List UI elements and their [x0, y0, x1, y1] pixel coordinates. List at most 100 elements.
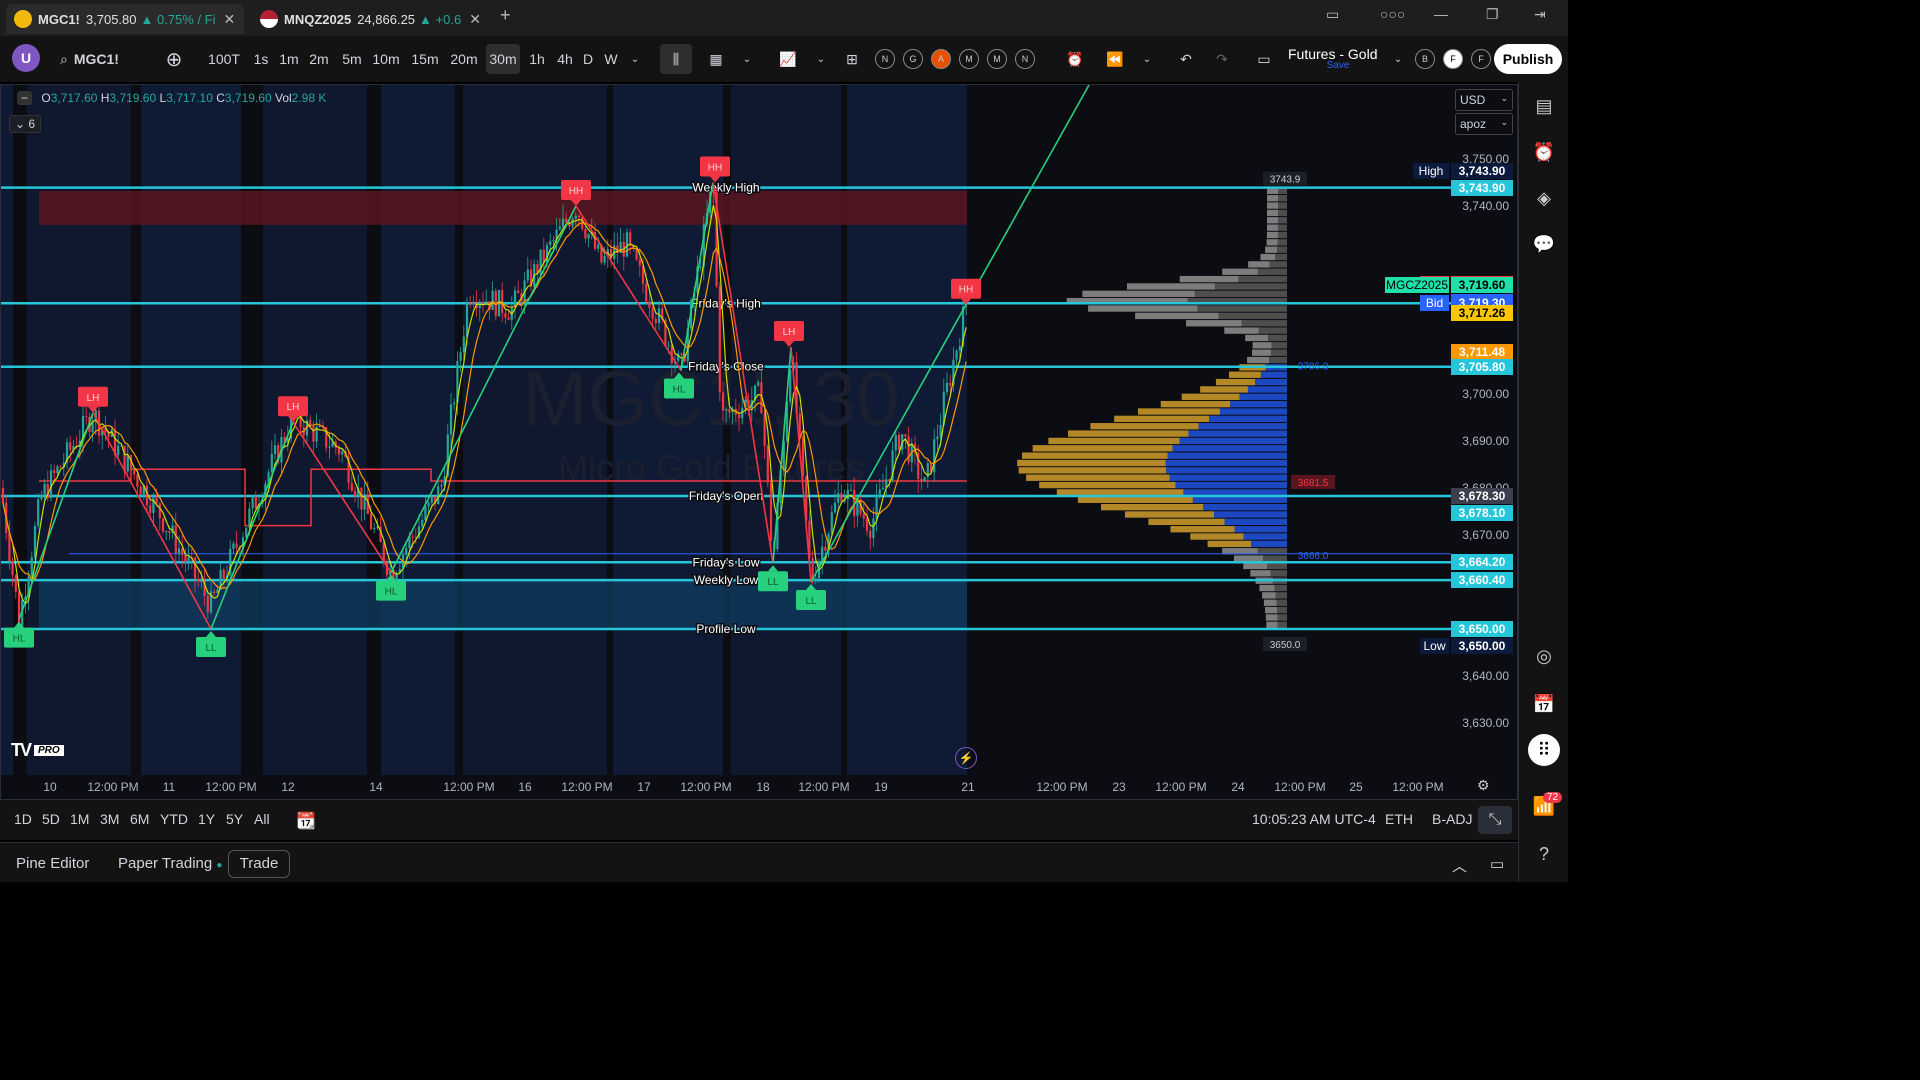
indicator-badge-button[interactable]: G: [902, 44, 924, 74]
grid-icon[interactable]: ▦: [704, 44, 728, 74]
interval-100t[interactable]: 100T: [204, 44, 244, 74]
indicator-badge-button[interactable]: A: [930, 44, 952, 74]
range-1y[interactable]: 1Y: [198, 811, 215, 827]
indicator-badge-button[interactable]: N: [874, 44, 896, 74]
candle-body: [513, 290, 517, 307]
replay-icon[interactable]: ⏪: [1102, 44, 1128, 74]
range-ytd[interactable]: YTD: [160, 811, 188, 827]
paper-trading-tab[interactable]: Paper Trading ●: [118, 855, 222, 872]
candle-body: [958, 346, 961, 351]
layout-icon[interactable]: ▭: [1326, 6, 1339, 23]
chevron-down-icon[interactable]: ⌄: [738, 44, 756, 74]
pine-editor-tab[interactable]: Pine Editor: [16, 855, 89, 872]
layout-selector[interactable]: Futures - Gold Save: [1288, 46, 1388, 71]
minimize-icon[interactable]: —: [1434, 6, 1448, 22]
x-axis-tick: 12: [281, 780, 295, 794]
account-badge-button[interactable]: B: [1414, 44, 1436, 74]
indicator-badge-button[interactable]: M: [986, 44, 1008, 74]
candle-body: [14, 575, 17, 592]
tab-mnq[interactable]: MNQZ2025 24,866.25 ▲ +0.6 ✕: [252, 4, 490, 34]
indicator-collapse[interactable]: ⌄ 6: [9, 115, 42, 133]
legend-toggle-icon[interactable]: −: [17, 91, 33, 105]
price-chart[interactable]: MGC1!, 30Micro Gold FuturesWeekly HighFr…: [1, 85, 1518, 800]
range-5y[interactable]: 5Y: [226, 811, 243, 827]
chat-icon[interactable]: 💬: [1532, 232, 1556, 256]
calendar-icon[interactable]: 📅: [1532, 692, 1556, 716]
layers-icon[interactable]: ◈: [1532, 186, 1556, 210]
candle-body: [206, 595, 209, 613]
scale-mode-select[interactable]: apoz ⌄: [1455, 113, 1513, 135]
redo-icon[interactable]: ↷: [1210, 44, 1234, 74]
compare-add-icon[interactable]: ⊕: [162, 44, 186, 74]
indicators-icon[interactable]: 📈: [776, 44, 800, 74]
range-1m[interactable]: 1M: [70, 811, 89, 827]
volume-profile-bar: [1275, 253, 1287, 261]
interval-30m[interactable]: 30m: [486, 44, 520, 74]
range-5d[interactable]: 5D: [42, 811, 60, 827]
interval-w[interactable]: W: [602, 44, 620, 74]
templates-icon[interactable]: ⊞: [840, 44, 864, 74]
interval-1h[interactable]: 1h: [526, 44, 548, 74]
volume-profile-bar: [1190, 533, 1244, 540]
chevron-down-icon[interactable]: ⌄: [1390, 44, 1406, 74]
new-tab-icon[interactable]: +: [500, 5, 511, 26]
close-value: 3,719.60: [224, 91, 272, 105]
adjustment-toggle[interactable]: B-ADJ: [1432, 811, 1472, 827]
candles-icon[interactable]: ⫼: [660, 44, 692, 74]
session-toggle[interactable]: ETH: [1385, 811, 1413, 827]
apps-grid-icon[interactable]: ⠿: [1528, 734, 1560, 766]
interval-15m[interactable]: 15m: [408, 44, 442, 74]
close-icon[interactable]: ✕: [224, 11, 236, 28]
indicator-badge-button[interactable]: M: [958, 44, 980, 74]
undo-icon[interactable]: ↶: [1174, 44, 1198, 74]
target-icon[interactable]: ◎: [1532, 644, 1556, 668]
interval-20m[interactable]: 20m: [446, 44, 482, 74]
interval-4h[interactable]: 4h: [554, 44, 576, 74]
more-icon[interactable]: ○○○: [1380, 6, 1405, 22]
watchlist-icon[interactable]: ▤: [1532, 94, 1556, 118]
chevron-down-icon[interactable]: ⌄: [812, 44, 830, 74]
chevron-down-icon[interactable]: ⌄: [1138, 44, 1156, 74]
range-3m[interactable]: 3M: [100, 811, 119, 827]
interval-2m[interactable]: 2m: [306, 44, 332, 74]
indicator-badge-button[interactable]: N: [1014, 44, 1036, 74]
chevron-up-icon[interactable]: ︿: [1452, 855, 1467, 876]
volume-profile-bar: [1048, 437, 1180, 445]
maximize-panel-icon[interactable]: ▭: [1490, 855, 1504, 873]
help-icon[interactable]: ?: [1532, 842, 1556, 866]
account-badge-button[interactable]: F: [1470, 44, 1492, 74]
chevron-down-icon[interactable]: ⌄: [626, 44, 644, 74]
interval-10m[interactable]: 10m: [370, 44, 402, 74]
currency-select[interactable]: USD ⌄: [1455, 89, 1513, 111]
volume-profile-bar: [1179, 275, 1239, 283]
avatar[interactable]: U: [12, 44, 40, 72]
publish-button[interactable]: Publish: [1494, 44, 1562, 74]
range-1d[interactable]: 1D: [14, 811, 32, 827]
volume-profile-bar: [1269, 356, 1287, 364]
candle-body: [273, 445, 277, 455]
clock[interactable]: 10:05:23 AM UTC-4: [1252, 811, 1376, 827]
tab-mgc[interactable]: MGC1! 3,705.80 ▲ 0.75% / Fi ✕: [6, 4, 244, 34]
range-6m[interactable]: 6M: [130, 811, 149, 827]
lightning-icon[interactable]: ⚡: [955, 747, 977, 769]
trade-tab[interactable]: Trade: [228, 850, 290, 878]
profile-value-label: 3706.3: [1298, 361, 1329, 372]
chart-pane[interactable]: MGC1!, 30 Micro Gold Futures Weekly High Fr…: [0, 84, 1518, 800]
interval-d[interactable]: D: [580, 44, 596, 74]
interval-1m[interactable]: 1m: [276, 44, 302, 74]
account-badge-button[interactable]: F: [1442, 44, 1464, 74]
layout-icon[interactable]: ▭: [1252, 44, 1276, 74]
settings-gear-icon[interactable]: ⚙: [1477, 777, 1495, 795]
fit-icon[interactable]: ⤡: [1478, 806, 1512, 834]
goto-date-icon[interactable]: 📆: [296, 811, 316, 831]
volume-profile-bar: [1090, 423, 1199, 430]
interval-1s[interactable]: 1s: [250, 44, 272, 74]
symbol-search[interactable]: ⌕ MGC1!: [60, 44, 160, 74]
alarm-clock-icon[interactable]: ⏰: [1532, 140, 1556, 164]
exit-icon[interactable]: ⇥: [1534, 6, 1546, 23]
restore-icon[interactable]: ❐: [1486, 6, 1499, 23]
interval-5m[interactable]: 5m: [338, 44, 366, 74]
range-all[interactable]: All: [254, 811, 270, 827]
close-icon[interactable]: ✕: [469, 11, 481, 28]
alert-icon[interactable]: ⏰: [1062, 44, 1088, 74]
